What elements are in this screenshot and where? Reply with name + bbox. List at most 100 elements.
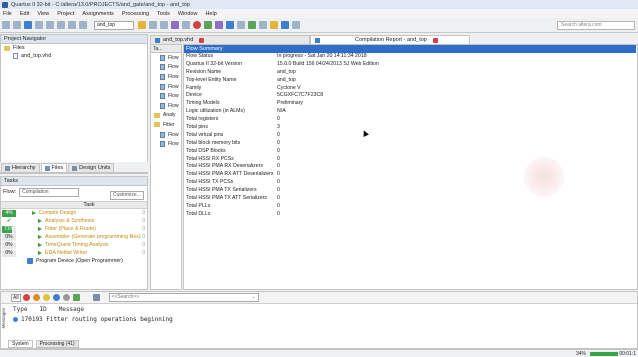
report-nav-item[interactable]: Flow xyxy=(151,101,181,111)
new-file-icon[interactable] xyxy=(2,21,10,29)
tab-system[interactable]: System xyxy=(8,340,33,348)
menu-assignments[interactable]: Assignments xyxy=(82,11,114,17)
summary-row[interactable]: Flow Status In progress - Sat Jan 20 14:1… xyxy=(184,53,637,61)
summary-row[interactable]: Total HSSI PMA TX Serializers 0 xyxy=(184,187,637,195)
summary-row[interactable]: Total block memory bits 0 xyxy=(184,140,637,148)
summary-row[interactable]: Device 5CGXFC7C7F23C8 xyxy=(184,92,637,100)
customize-button[interactable]: Customize... xyxy=(110,191,144,200)
analysis-icon[interactable] xyxy=(215,21,223,29)
summary-row[interactable]: Total HSSI TX PCSs 0 xyxy=(184,179,637,187)
summary-row[interactable]: Quartus II 32-bit Version 15.0.0 Build 15… xyxy=(184,61,637,69)
chip-planner-icon[interactable] xyxy=(160,21,168,29)
task-timequest[interactable]: 0% TimeQuest Timing Analysis 0 xyxy=(1,241,147,249)
rtl-viewer-icon[interactable] xyxy=(259,21,267,29)
summary-row[interactable]: Total HSSI RX PCSs 0 xyxy=(184,156,637,164)
search-altera-input[interactable]: Search altera.com xyxy=(557,21,635,30)
close-tab-icon[interactable] xyxy=(432,37,438,43)
chip-icon[interactable] xyxy=(281,21,289,29)
menu-file[interactable]: File xyxy=(3,11,12,17)
netlist-icon[interactable] xyxy=(182,21,190,29)
all-messages-button[interactable]: All xyxy=(11,293,21,302)
menu-processing[interactable]: Processing xyxy=(122,11,149,17)
error-filter-icon[interactable] xyxy=(22,294,30,301)
chevron-down-icon[interactable]: ⌄ xyxy=(251,294,255,301)
task-analysis-synthesis[interactable]: ✔ Analysis & Synthesis 0 xyxy=(1,217,147,225)
summary-row[interactable]: Family Cyclone V xyxy=(184,85,637,93)
summary-row[interactable]: Logic utilization (in ALMs) N/A xyxy=(184,108,637,116)
run-arrow-icon[interactable] xyxy=(38,235,42,239)
programmer-icon[interactable] xyxy=(270,21,278,29)
menu-help[interactable]: Help xyxy=(205,11,216,17)
summary-row[interactable]: Revision Name and_top xyxy=(184,69,637,77)
summary-row[interactable]: Total PLLs 0 xyxy=(184,203,637,211)
summary-row[interactable]: Total DSP Blocks 0 xyxy=(184,148,637,156)
files-folder[interactable]: Files xyxy=(1,44,147,52)
summary-row[interactable]: Top-level Entity Name and_top xyxy=(184,77,637,85)
summary-row[interactable]: Total pins 3 xyxy=(184,124,637,132)
close-tab-icon[interactable] xyxy=(199,37,205,43)
entity-select[interactable]: and_top xyxy=(94,20,134,30)
menu-window[interactable]: Window xyxy=(178,11,198,17)
cut-icon[interactable] xyxy=(35,21,43,29)
menu-edit[interactable]: Edit xyxy=(20,11,29,17)
menu-project[interactable]: Project xyxy=(57,11,74,17)
assembler-icon[interactable] xyxy=(237,21,245,29)
report-nav-folder[interactable]: Fitter xyxy=(151,120,181,130)
report-nav-item[interactable]: Flow xyxy=(151,130,181,140)
menu-tools[interactable]: Tools xyxy=(157,11,170,17)
run-arrow-icon[interactable] xyxy=(38,227,42,231)
help-icon[interactable] xyxy=(292,21,300,29)
project-settings-icon[interactable] xyxy=(138,21,146,29)
start-compilation-icon[interactable] xyxy=(204,21,212,29)
fitter-icon[interactable] xyxy=(226,21,234,29)
task-compile-design[interactable]: 4% Compile Design 0 xyxy=(1,209,147,217)
task-fitter[interactable]: 71% Fitter (Place & Route) 0 xyxy=(1,225,147,233)
save-icon[interactable] xyxy=(24,21,32,29)
summary-row[interactable]: Total virtual pins 0 xyxy=(184,132,637,140)
task-eda-netlist[interactable]: 0% EDA Netlist Writer 0 xyxy=(1,249,147,257)
copy-icon[interactable] xyxy=(46,21,54,29)
report-nav-item[interactable]: Flow xyxy=(151,139,181,149)
report-nav-item[interactable]: Flow xyxy=(151,91,181,101)
flag-filter-icon[interactable] xyxy=(72,294,80,301)
open-file-icon[interactable] xyxy=(13,21,21,29)
menu-view[interactable]: View xyxy=(37,11,49,17)
run-arrow-icon[interactable] xyxy=(38,251,42,255)
tab-files[interactable]: Files xyxy=(40,163,68,172)
message-search-input[interactable]: <<Search>> ⌄ xyxy=(108,293,259,302)
tab-compilation-report[interactable]: Compilation Report - and_top xyxy=(310,35,470,44)
report-nav-item[interactable]: Flow xyxy=(151,82,181,92)
report-nav-item[interactable]: Flow xyxy=(151,53,181,63)
summary-row[interactable]: Total registers 0 xyxy=(184,116,637,124)
tab-design-units[interactable]: Design Units xyxy=(68,163,115,172)
suppressed-filter-icon[interactable] xyxy=(62,294,70,301)
report-nav-item[interactable]: Flow xyxy=(151,72,181,82)
undo-icon[interactable] xyxy=(68,21,76,29)
task-assembler[interactable]: 0% Assembler (Generate programming files… xyxy=(1,233,147,241)
tab-and-top-vhd[interactable]: and_top.vhd xyxy=(150,35,310,44)
tab-processing[interactable]: Processing (41) xyxy=(35,340,79,348)
timequest-icon[interactable] xyxy=(248,21,256,29)
report-nav-item[interactable]: Flow xyxy=(151,63,181,73)
file-and-top-vhd[interactable]: and_top.vhd xyxy=(1,52,147,60)
task-program-device[interactable]: Program Device (Open Programmer) xyxy=(1,257,147,265)
flow-select[interactable]: Compilation xyxy=(19,187,80,197)
summary-row[interactable]: Total DLLs 0 xyxy=(184,211,637,219)
filter-icon[interactable] xyxy=(92,294,100,301)
warning-filter-icon[interactable] xyxy=(42,294,50,301)
run-arrow-icon[interactable] xyxy=(38,219,42,223)
run-arrow-icon[interactable] xyxy=(32,211,36,215)
stop-icon[interactable] xyxy=(193,21,201,29)
summary-row[interactable]: Total HSSI PMA TX ATT Serializers 0 xyxy=(184,195,637,203)
timing-icon[interactable] xyxy=(171,21,179,29)
summary-row[interactable]: Total HSSI PMA RX ATT Deserializers 0 xyxy=(184,171,637,179)
redo-icon[interactable] xyxy=(79,21,87,29)
info-filter-icon[interactable] xyxy=(52,294,60,301)
paste-icon[interactable] xyxy=(57,21,65,29)
critical-warning-filter-icon[interactable] xyxy=(32,294,40,301)
report-nav-folder[interactable]: Analy xyxy=(151,111,181,121)
message-row[interactable]: 170193 Fitter routing operations beginni… xyxy=(1,314,637,324)
summary-row[interactable]: Total HSSI PMA RX Deserializers 0 xyxy=(184,163,637,171)
summary-row[interactable]: Timing Models Preliminary xyxy=(184,100,637,108)
tab-hierarchy[interactable]: Hierarchy xyxy=(1,163,40,172)
